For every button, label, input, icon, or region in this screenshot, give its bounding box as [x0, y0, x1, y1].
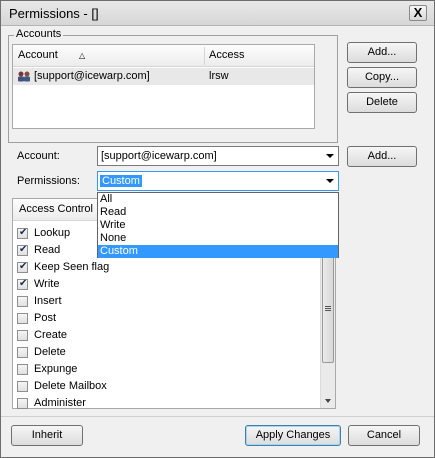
checkbox-label: Write	[34, 278, 60, 290]
checkbox-item[interactable]: Keep Seen flag	[17, 259, 317, 276]
accounts-group-label: Accounts	[14, 28, 64, 40]
dropdown-option[interactable]: All	[98, 193, 338, 206]
permissions-dropdown-list[interactable]: All Read Write None Custom	[97, 192, 339, 258]
checkbox-item[interactable]: Insert	[17, 293, 317, 310]
checkbox-item[interactable]: Write	[17, 276, 317, 293]
column-header-access-control[interactable]: Access Control	[19, 203, 93, 215]
account-row[interactable]: [support@icewarp.com] lrsw	[13, 68, 314, 85]
checkbox-item[interactable]: Administer	[17, 395, 317, 412]
checkbox[interactable]	[17, 313, 28, 324]
account-label: Account:	[17, 150, 60, 162]
checkbox[interactable]	[17, 330, 28, 341]
permissions-dialog: Permissions - [] X Accounts Account △ Ac…	[0, 0, 435, 458]
inherit-button[interactable]: Inherit	[11, 425, 83, 446]
copy-button[interactable]: Copy...	[347, 67, 417, 88]
permissions-combobox-value: Custom	[100, 175, 142, 187]
divider	[1, 416, 434, 417]
add-account-button[interactable]: Add...	[347, 42, 417, 63]
checkbox-label: Create	[34, 329, 68, 341]
checkbox-label: Post	[34, 312, 57, 324]
column-header-account[interactable]: Account	[18, 49, 58, 61]
checkbox-item[interactable]: Delete Mailbox	[17, 378, 317, 395]
checkbox[interactable]	[17, 398, 28, 409]
column-header-access[interactable]: Access	[209, 49, 244, 61]
chevron-down-icon[interactable]	[326, 179, 334, 183]
grip-icon	[325, 306, 331, 311]
dropdown-option[interactable]: Custom	[98, 245, 338, 258]
checkbox-label: Read	[34, 244, 61, 256]
checkbox[interactable]	[17, 347, 28, 358]
checkbox-label: Delete Mailbox	[34, 380, 107, 392]
checkbox[interactable]	[17, 244, 28, 256]
checkbox-label: Insert	[34, 295, 62, 307]
checkbox-item[interactable]: Expunge	[17, 361, 317, 378]
checkbox-item[interactable]: Delete	[17, 344, 317, 361]
accounts-list-header: Account △ Access	[13, 45, 314, 67]
account-combobox[interactable]: [support@icewarp.com]	[97, 146, 339, 166]
checkbox[interactable]	[17, 278, 28, 290]
permissions-combobox[interactable]: Custom	[97, 171, 339, 191]
dropdown-option[interactable]: Read	[98, 206, 338, 219]
access-cell: lrsw	[209, 70, 229, 82]
delete-button[interactable]: Delete	[347, 92, 417, 113]
permissions-label: Permissions:	[17, 175, 80, 187]
dropdown-option[interactable]: None	[98, 232, 338, 245]
checkbox-label: Lookup	[34, 227, 71, 239]
cancel-button[interactable]: Cancel	[348, 425, 420, 446]
checkbox-label: Administer	[34, 397, 86, 409]
checkbox[interactable]	[17, 227, 28, 239]
checkbox[interactable]	[17, 296, 28, 307]
checkbox[interactable]	[17, 381, 28, 392]
add-permission-button[interactable]: Add...	[347, 146, 417, 167]
account-combobox-value: [support@icewarp.com]	[101, 150, 217, 162]
dropdown-option[interactable]: Write	[98, 219, 338, 232]
close-button[interactable]: X	[409, 5, 427, 21]
window-title: Permissions - []	[9, 6, 99, 21]
checkbox-label: Keep Seen flag	[34, 261, 110, 273]
title-bar: Permissions - [] X	[1, 1, 434, 26]
sort-ascending-icon: △	[79, 51, 86, 60]
checkbox-item[interactable]: Create	[17, 327, 317, 344]
chevron-down-icon[interactable]	[326, 154, 334, 158]
checkbox[interactable]	[17, 364, 28, 375]
account-cell: [support@icewarp.com]	[34, 70, 150, 82]
checkbox[interactable]	[17, 261, 28, 273]
scroll-down-arrow-icon[interactable]	[325, 399, 331, 403]
apply-changes-button[interactable]: Apply Changes	[245, 425, 341, 446]
accounts-list[interactable]: Account △ Access [support@icewarp.com] l…	[12, 44, 315, 129]
checkbox-item[interactable]: Post	[17, 310, 317, 327]
users-icon	[18, 71, 30, 82]
column-divider[interactable]	[204, 47, 205, 65]
scrollbar-thumb[interactable]	[322, 256, 334, 363]
checkbox-label: Delete	[34, 346, 66, 358]
checkbox-label: Expunge	[34, 363, 78, 375]
